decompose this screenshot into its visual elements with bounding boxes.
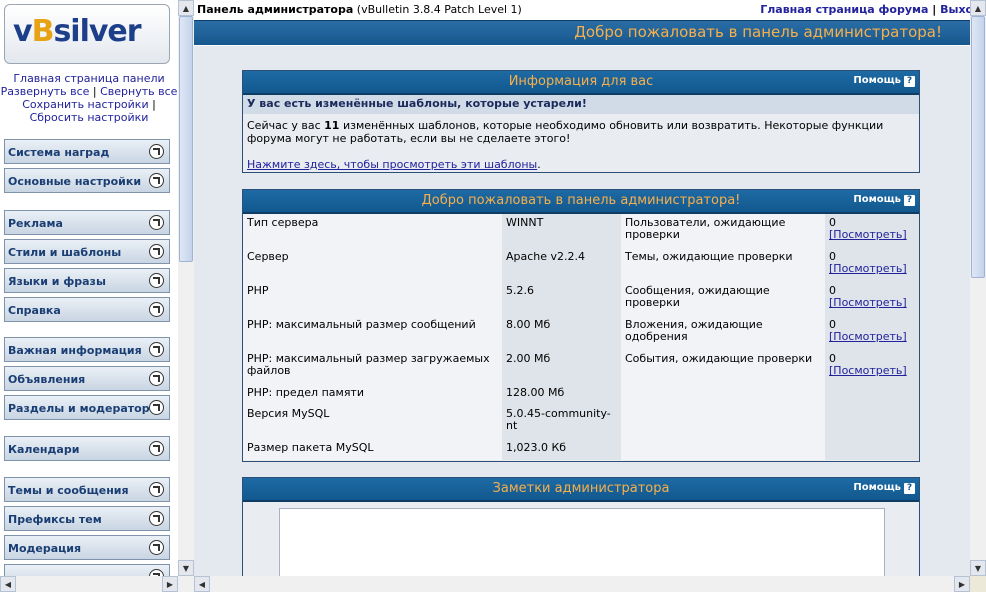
nav-item-main-settings[interactable]: Основные настройки — [4, 168, 170, 193]
help-icon: ? — [904, 76, 915, 87]
nav-scrollbar[interactable]: ▲ ▼ — [178, 0, 194, 576]
expand-arrow-icon — [149, 441, 164, 456]
nav-item-important-info[interactable]: Важная информация — [4, 337, 170, 362]
help-icon: ? — [904, 195, 915, 206]
help-icon: ? — [904, 483, 915, 494]
nav-item-languages[interactable]: Языки и фразы — [4, 268, 170, 293]
expand-arrow-icon — [149, 173, 164, 188]
nav-item-forums-moderators[interactable]: Разделы и модераторы — [4, 395, 170, 420]
help-button[interactable]: Помощь? — [853, 194, 915, 206]
expand-arrow-icon — [149, 342, 164, 357]
nav-group-2: Реклама Стили и шаблоны Языки и фразы Сп… — [4, 210, 170, 326]
table-row: Сервер Apache v2.2.4 Темы, ожидающие про… — [243, 248, 919, 282]
table-row: Размер пакета MySQL 1,023.0 Кб — [243, 439, 919, 460]
expand-arrow-icon — [149, 144, 164, 159]
scroll-left-icon[interactable]: ◀ — [0, 576, 16, 592]
nav-item-thread-prefixes[interactable]: Префиксы тем — [4, 506, 170, 531]
view-users-link[interactable]: [Посмотреть] — [829, 228, 907, 241]
info-panel-header: Информация для вас Помощь? — [243, 71, 919, 95]
expand-arrow-icon — [149, 400, 164, 415]
main-scroll-thumb[interactable] — [971, 16, 985, 278]
expand-arrow-icon — [149, 511, 164, 526]
expand-arrow-icon — [149, 371, 164, 386]
nav-item-announcements[interactable]: Объявления — [4, 366, 170, 391]
control-panel-home-link[interactable]: Главная страница панели — [13, 72, 164, 85]
table-row: Версия MySQL 5.0.45-community-nt — [243, 405, 919, 439]
nav-item-help[interactable]: Справка — [4, 297, 170, 322]
top-links: Главная страница форума | Выход — [760, 3, 982, 16]
vbsilver-logo[interactable]: vBsilver — [4, 4, 170, 64]
nav-item-awards[interactable]: Система наград — [4, 139, 170, 164]
nav-item-styles-templates[interactable]: Стили и шаблоны — [4, 239, 170, 264]
scroll-corner — [970, 576, 986, 592]
view-threads-link[interactable]: [Посмотреть] — [829, 262, 907, 275]
nav-group-3: Важная информация Объявления Разделы и м… — [4, 337, 170, 424]
scroll-up-icon[interactable]: ▲ — [970, 0, 986, 16]
forum-home-link[interactable]: Главная страница форума — [760, 3, 928, 16]
nav-group-4: Календари — [4, 436, 170, 465]
scroll-up-icon[interactable]: ▲ — [178, 0, 194, 16]
table-row: PHP: максимальный размер загружаемых фай… — [243, 350, 919, 384]
view-templates-link[interactable]: Нажмите здесь, чтобы просмотреть эти шаб… — [247, 158, 537, 171]
reset-settings-link[interactable]: Сбросить настройки — [30, 111, 149, 124]
nav-item-advertising[interactable]: Реклама — [4, 210, 170, 235]
collapse-all-link[interactable]: Свернуть все — [100, 85, 177, 98]
expand-arrow-icon — [149, 482, 164, 497]
expand-arrow-icon — [149, 215, 164, 230]
nav-group-5: Темы и сообщения Префиксы тем Модерация — [4, 477, 170, 576]
admin-notes-panel: Заметки администратора Помощь? — [242, 477, 920, 576]
table-row: PHP: предел памяти 128.00 Мб — [243, 384, 919, 405]
admin-notes-textarea[interactable] — [279, 508, 885, 576]
main-hscroll[interactable]: ◀ ▶ — [194, 576, 970, 592]
nav-item-moderation[interactable]: Модерация — [4, 535, 170, 560]
save-settings-link[interactable]: Сохранить настройки — [22, 98, 148, 111]
table-row: PHP 5.2.6 Сообщения, ожидающие проверки … — [243, 282, 919, 316]
table-row: PHP: максимальный размер сообщений 8.00 … — [243, 316, 919, 350]
notes-panel-header: Заметки администратора Помощь? — [243, 478, 919, 502]
main-content: Информация для вас Помощь? У вас есть из… — [194, 46, 970, 576]
scroll-down-icon[interactable]: ▼ — [178, 560, 194, 576]
welcome-banner: Добро пожаловать в панель администратора… — [194, 20, 970, 45]
info-message: Сейчас у вас 11 изменённых шаблонов, кот… — [247, 119, 884, 171]
nav-control-links: Главная страница панели Развернуть все |… — [0, 72, 178, 124]
expand-arrow-icon — [149, 302, 164, 317]
outdated-templates-heading: У вас есть изменённые шаблоны, которые у… — [243, 95, 919, 114]
nav-scroll-thumb[interactable] — [179, 16, 193, 262]
view-events-link[interactable]: [Посмотреть] — [829, 364, 907, 377]
stats-panel: Добро пожаловать в панель администратора… — [242, 189, 920, 462]
scroll-right-icon[interactable]: ▶ — [954, 576, 970, 592]
view-posts-link[interactable]: [Посмотреть] — [829, 296, 907, 309]
expand-arrow-icon — [149, 540, 164, 555]
stats-panel-header: Добро пожаловать в панель администратора… — [243, 190, 919, 214]
help-button[interactable]: Помощь? — [853, 75, 915, 87]
nav-item-calendars[interactable]: Календари — [4, 436, 170, 461]
nav-item-threads-posts[interactable]: Темы и сообщения — [4, 477, 170, 502]
expand-arrow-icon — [149, 569, 164, 576]
page-title: Панель администратора (vBulletin 3.8.4 P… — [197, 3, 522, 16]
nav-item-partial[interactable] — [4, 564, 170, 576]
scroll-right-icon[interactable]: ▶ — [162, 576, 178, 592]
nav-group-1: Система наград Основные настройки — [4, 139, 170, 197]
top-bar: Панель администратора (vBulletin 3.8.4 P… — [194, 0, 986, 20]
info-panel: Информация для вас Помощь? У вас есть из… — [242, 70, 920, 173]
navigation-frame: vBsilver Главная страница панели Разверн… — [0, 0, 178, 576]
scroll-down-icon[interactable]: ▼ — [970, 560, 986, 576]
scroll-left-icon[interactable]: ◀ — [194, 576, 210, 592]
expand-all-link[interactable]: Развернуть все — [1, 85, 90, 98]
nav-hscroll[interactable]: ◀ ▶ — [0, 576, 194, 592]
main-scrollbar[interactable]: ▲ ▼ — [970, 0, 986, 576]
help-button[interactable]: Помощь? — [853, 482, 915, 494]
view-attachments-link[interactable]: [Посмотреть] — [829, 330, 907, 343]
expand-arrow-icon — [149, 244, 164, 259]
table-row: Тип сервера WINNT Пользователи, ожидающи… — [243, 214, 919, 248]
expand-arrow-icon — [149, 273, 164, 288]
stats-table: Тип сервера WINNT Пользователи, ожидающи… — [243, 214, 919, 460]
